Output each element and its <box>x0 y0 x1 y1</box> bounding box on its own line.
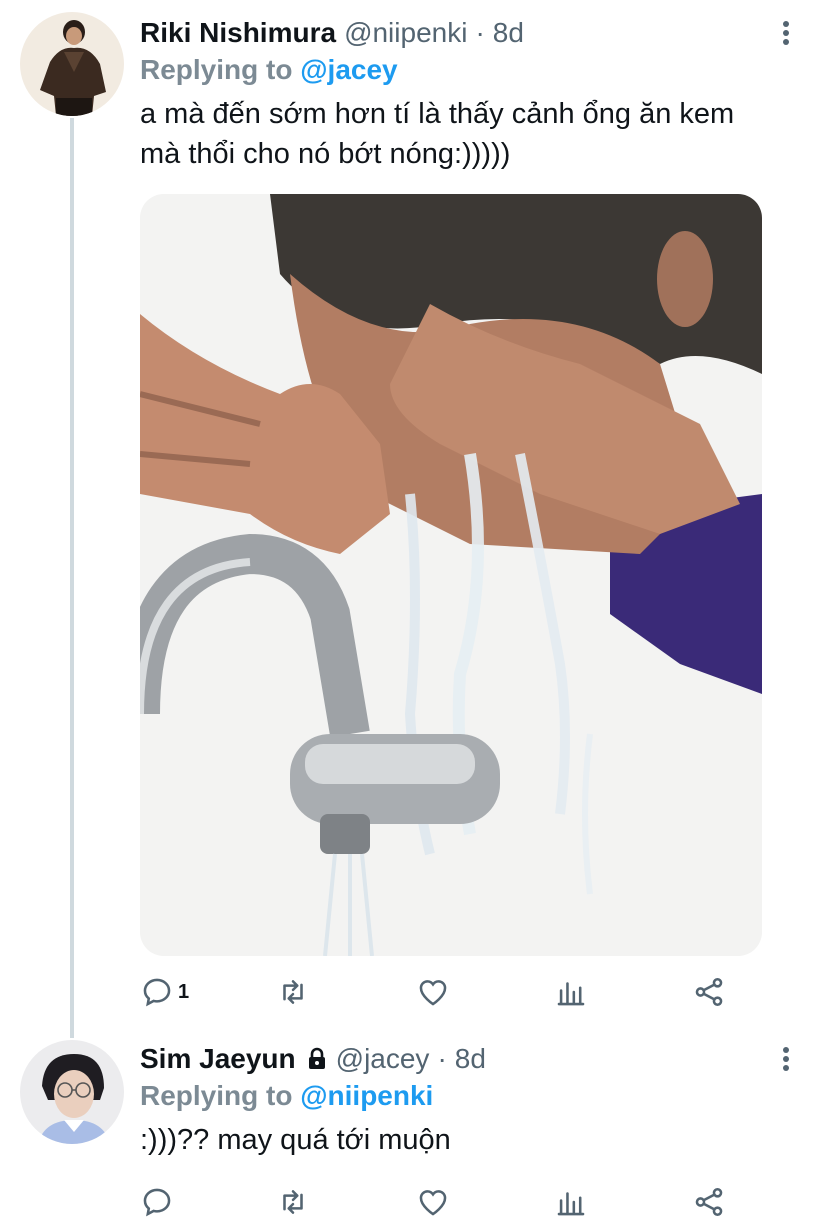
tweet-text: a mà đến sớm hơn tí là thấy cảnh ổng ăn … <box>140 94 798 174</box>
tweet-text-line: mà thổi cho nó bớt nóng:))))) <box>140 138 511 170</box>
like-button[interactable] <box>416 972 450 1012</box>
tweet-riki: Riki Nishimura @niipenki · 8d Replying t… <box>140 16 798 174</box>
analytics-button[interactable] <box>554 1182 588 1222</box>
analytics-icon <box>557 1192 585 1216</box>
timestamp[interactable]: 8d <box>493 16 524 50</box>
share-button[interactable] <box>692 972 726 1012</box>
share-icon <box>695 1187 723 1217</box>
handle[interactable]: @jacey <box>336 1042 430 1076</box>
reply-count: 1 <box>178 980 190 1003</box>
tweet-header: Riki Nishimura @niipenki · 8d <box>140 16 798 50</box>
thread-connector-line <box>70 118 74 1038</box>
like-icon <box>419 980 447 1006</box>
retweet-button[interactable] <box>276 972 310 1012</box>
display-name[interactable]: Sim Jaeyun <box>140 1042 296 1076</box>
tweet-text-line: :)))?? may quá tới muộn <box>140 1124 451 1156</box>
like-button[interactable] <box>416 1182 450 1222</box>
retweet-button[interactable] <box>276 1182 310 1222</box>
analytics-icon <box>557 982 585 1006</box>
share-icon <box>695 977 723 1007</box>
like-icon <box>419 1190 447 1216</box>
lock-icon <box>306 1047 328 1071</box>
replying-to: Replying to @niipenki <box>140 1078 798 1114</box>
avatar[interactable] <box>20 1040 124 1144</box>
reply-icon <box>143 1188 171 1217</box>
tweet-media-image[interactable] <box>140 194 762 956</box>
reply-icon <box>143 978 171 1007</box>
tweet-actions <box>140 1182 740 1222</box>
reply-button[interactable]: 1 <box>140 972 189 1012</box>
display-name[interactable]: Riki Nishimura <box>140 16 336 50</box>
handle[interactable]: @niipenki <box>344 16 467 50</box>
tweet-header: Sim Jaeyun @jacey · 8d <box>140 1042 798 1076</box>
avatar[interactable] <box>20 12 124 116</box>
replying-to-mention[interactable]: @jacey <box>300 54 397 85</box>
more-icon[interactable] <box>774 16 798 50</box>
tweet-text: :)))?? may quá tới muộn <box>140 1120 798 1160</box>
share-button[interactable] <box>692 1182 726 1222</box>
tweet-jaeyun: Sim Jaeyun @jacey · 8d Replying to @niip… <box>140 1042 798 1160</box>
timestamp[interactable]: 8d <box>455 1042 486 1076</box>
reply-button[interactable] <box>140 1182 174 1222</box>
retweet-icon <box>283 1190 303 1214</box>
replying-to-mention[interactable]: @niipenki <box>300 1080 433 1111</box>
avatar-jaeyun-image <box>20 1040 124 1144</box>
separator-dot: · <box>475 17 485 48</box>
separator-dot: · <box>437 1043 447 1074</box>
tweet-actions: 1 <box>140 972 740 1012</box>
replying-to: Replying to @jacey <box>140 52 798 88</box>
replying-to-label: Replying to <box>140 1080 293 1111</box>
face-washing-photo <box>140 194 762 956</box>
tweet-text-line: a mà đến sớm hơn tí là thấy cảnh ổng ăn … <box>140 98 735 130</box>
retweet-icon <box>283 980 303 1004</box>
replying-to-label: Replying to <box>140 54 293 85</box>
more-icon[interactable] <box>774 1042 798 1076</box>
avatar-riki-image <box>20 12 124 116</box>
analytics-button[interactable] <box>554 972 588 1012</box>
